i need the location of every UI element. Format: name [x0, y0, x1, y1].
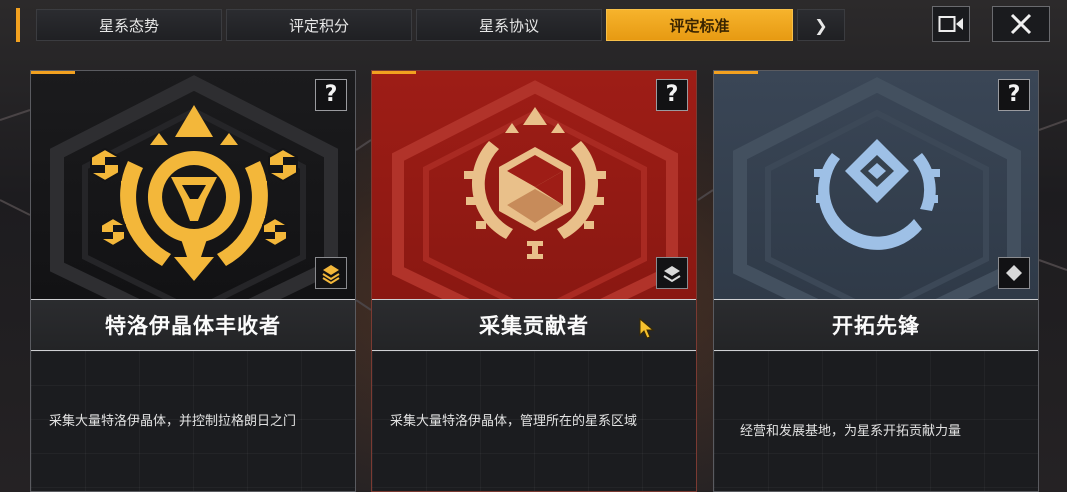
card-description-area: 采集大量特洛伊晶体，管理所在的星系区域 [372, 351, 696, 491]
help-button[interactable]: ? [656, 79, 688, 111]
tabs-more-button[interactable]: ❯ [797, 9, 845, 41]
question-mark-icon: ? [324, 82, 338, 107]
card-corner-accent [714, 71, 758, 74]
crystal-harvester-emblem-icon [90, 105, 298, 281]
card-title: 开拓先锋 [832, 314, 920, 338]
gathering-contributor-emblem-icon [464, 107, 606, 259]
card-description: 经营和发展基地，为星系开拓贡献力量 [740, 424, 962, 439]
question-mark-icon: ? [665, 82, 679, 107]
tab-rating-criteria[interactable]: 评定标准 [606, 9, 793, 41]
video-camera-icon [938, 16, 963, 32]
card-title-band: 特洛伊晶体丰收者 [31, 299, 355, 351]
card-description: 采集大量特洛伊晶体，管理所在的星系区域 [390, 414, 638, 429]
card-description-area: 经营和发展基地，为星系开拓贡献力量 [714, 351, 1038, 491]
rank-card-crystal-harvester[interactable]: ? 特洛伊晶体丰收者 采集大量特洛伊晶体，并控制拉格朗日之门 [30, 70, 356, 492]
close-icon [1010, 13, 1032, 35]
card-title: 特洛伊晶体丰收者 [105, 314, 281, 338]
rank-badge-button[interactable] [998, 257, 1030, 289]
question-mark-icon: ? [1007, 82, 1021, 107]
tab-galaxy-status[interactable]: 星系态势 [36, 9, 222, 41]
rank-card-gathering-contributor[interactable]: ? 采集贡献者 采集大量特洛伊晶体，管理所在的星系区域 [371, 70, 697, 492]
card-hero [714, 71, 1038, 299]
pioneer-emblem-icon [814, 139, 940, 250]
card-description-area: 采集大量特洛伊晶体，并控制拉格朗日之门 [31, 351, 355, 491]
tab-rating-points[interactable]: 评定积分 [226, 9, 412, 41]
close-button[interactable] [992, 6, 1050, 42]
mouse-cursor-icon [639, 318, 655, 339]
rank-card-pioneer[interactable]: ? 开拓先锋 经营和发展基地，为星系开拓贡献力量 [713, 70, 1039, 492]
top-tab-bar: 星系态势 评定积分 星系协议 评定标准 ❯ [16, 8, 849, 42]
help-button[interactable]: ? [315, 79, 347, 111]
card-hero [372, 71, 696, 299]
triple-chevron-rank-icon [322, 265, 340, 284]
diamond-rank-icon [1006, 265, 1022, 281]
card-corner-accent [372, 71, 416, 74]
tab-galaxy-protocol[interactable]: 星系协议 [416, 9, 602, 41]
record-button[interactable] [932, 6, 970, 42]
card-description: 采集大量特洛伊晶体，并控制拉格朗日之门 [49, 414, 297, 429]
card-hero [31, 71, 355, 299]
help-button[interactable]: ? [998, 79, 1030, 111]
rank-badge-button[interactable] [315, 257, 347, 289]
card-corner-accent [31, 71, 75, 74]
card-title-band: 开拓先锋 [714, 299, 1038, 351]
rank-badge-button[interactable] [656, 257, 688, 289]
double-chevron-rank-icon [663, 266, 681, 283]
accent-bar [16, 8, 20, 42]
